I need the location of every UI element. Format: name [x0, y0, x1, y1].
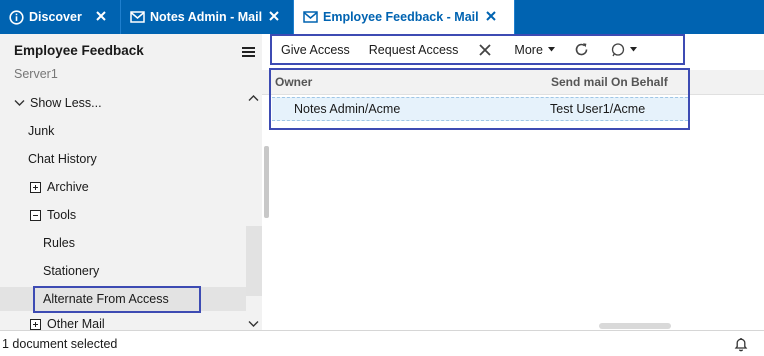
sidebar-item-stationery[interactable]: Stationery — [43, 259, 99, 283]
sidebar-item-rules[interactable]: Rules — [43, 231, 75, 255]
highlight-box-grid — [269, 68, 690, 130]
scroll-up-arrow-icon[interactable] — [248, 90, 259, 105]
tab-label: Discover — [29, 10, 82, 24]
close-icon[interactable] — [484, 9, 498, 23]
sidebar-item-label: Rules — [43, 236, 75, 250]
hamburger-menu-icon[interactable] — [242, 46, 256, 58]
sidebar-item-label: Archive — [47, 180, 89, 194]
sidebar-item-label: Stationery — [43, 264, 100, 278]
bell-icon[interactable] — [734, 337, 748, 352]
highlight-box-sidebar — [33, 286, 201, 313]
horizontal-scroll-thumb[interactable] — [599, 323, 671, 329]
status-bar: 1 document selected — [0, 330, 764, 356]
status-text: 1 document selected — [2, 337, 118, 351]
tab-employee-feedback-mail[interactable]: Employee Feedback - Mail — [294, 0, 515, 34]
sidebar-item-archive[interactable]: Archive — [30, 175, 89, 199]
sidebar-scrollbar[interactable] — [246, 86, 262, 330]
sidebar-item-label: Show Less... — [30, 96, 102, 110]
highlight-box-toolbar — [270, 34, 685, 65]
close-icon[interactable] — [94, 9, 108, 23]
chevron-down-icon — [14, 99, 25, 107]
expand-plus-icon[interactable] — [30, 319, 41, 330]
info-icon — [8, 9, 24, 25]
expand-plus-icon[interactable] — [30, 181, 41, 193]
mail-icon — [129, 9, 145, 25]
tab-notes-admin-mail[interactable]: Notes Admin - Mail — [121, 0, 294, 34]
sidebar-item-label: Junk — [28, 124, 55, 138]
server-name: Server1 — [14, 67, 58, 81]
sidebar-item-tools[interactable]: Tools — [30, 203, 76, 227]
tab-label: Employee Feedback - Mail — [323, 10, 479, 24]
sidebar-item-label: Other Mail — [47, 317, 105, 330]
sidebar: Employee Feedback Server1 Show Less... J… — [0, 34, 269, 330]
scroll-thumb[interactable] — [246, 226, 262, 296]
tab-label: Notes Admin - Mail — [150, 10, 263, 24]
mail-icon — [302, 9, 318, 25]
sidebar-item-other-mail[interactable]: Other Mail — [30, 317, 105, 330]
sidebar-item-show-less[interactable]: Show Less... — [14, 91, 102, 115]
scroll-down-arrow-icon[interactable] — [248, 316, 259, 331]
collapse-minus-icon[interactable] — [30, 209, 41, 221]
sidebar-item-label: Chat History — [28, 152, 97, 166]
tab-discover[interactable]: Discover — [0, 0, 121, 34]
sidebar-item-junk[interactable]: Junk — [28, 119, 54, 143]
sidebar-item-label: Tools — [47, 208, 77, 222]
pane-splitter[interactable] — [264, 146, 269, 218]
sidebar-item-chat-history[interactable]: Chat History — [28, 147, 97, 171]
close-icon[interactable] — [267, 9, 281, 23]
tab-bar: Discover Notes Admin - Mail Employee Fee… — [0, 0, 764, 34]
sidebar-title: Employee Feedback — [14, 43, 144, 58]
